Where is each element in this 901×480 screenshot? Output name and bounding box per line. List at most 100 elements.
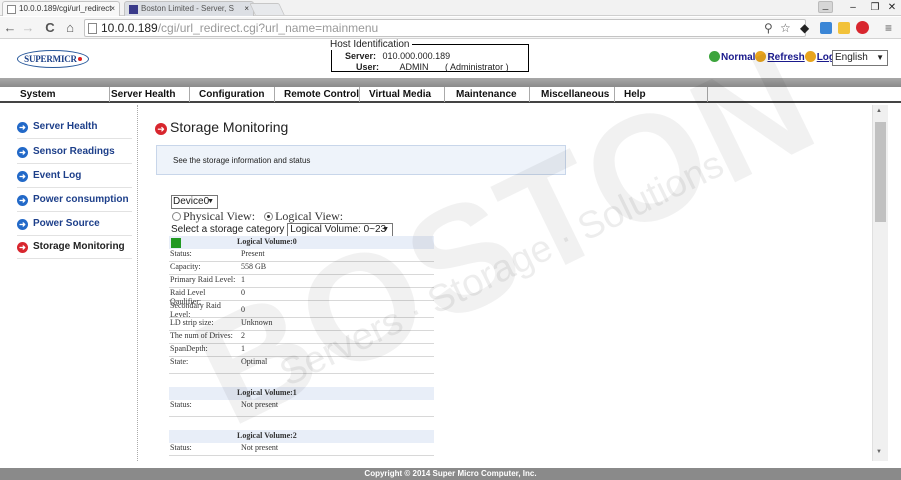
row-key: The num of Drives:	[170, 331, 233, 340]
sidebar-item-server-health[interactable]: ➜ Server Health	[17, 115, 132, 139]
category-row: Select a storage category Logical Volume…	[171, 223, 394, 237]
scroll-up-icon[interactable]: ▲	[876, 108, 882, 114]
sidebar-item-power-source[interactable]: ➜ Power Source	[17, 212, 132, 236]
close-tab-icon[interactable]: ×	[244, 2, 249, 15]
menu-help[interactable]: Help	[615, 87, 708, 102]
boston-favicon-icon	[129, 5, 138, 14]
side-navigation: ➜ Server Health ➜ Sensor Readings ➜ Event L…	[0, 105, 138, 461]
url-path: /cgi/url_redirect.cgi?url_name=mainmenu	[157, 21, 379, 35]
logical-view-label: Logical View:	[275, 209, 344, 223]
logo-text: SUPERMICR	[24, 54, 77, 64]
home-icon[interactable]: ⌂	[62, 18, 78, 38]
header-divider-bar	[0, 78, 901, 87]
close-tab-icon[interactable]: ×	[110, 2, 115, 15]
sidebar-item-label: Power consumption	[33, 194, 129, 205]
menu-miscellaneous[interactable]: Miscellaneous	[530, 87, 615, 102]
sidebar-item-label: Storage Monitoring	[33, 241, 125, 252]
sidebar-item-label: Power Source	[33, 218, 100, 229]
logical-volume-table: Logical Volume:0 Status: Present Capacity: 5…	[169, 236, 434, 456]
sidebar-item-storage-monitoring[interactable]: ➜ Storage Monitoring	[17, 235, 132, 259]
table-row: Capacity: 558 GB	[169, 262, 434, 275]
table-row: Status: Present	[169, 249, 434, 262]
row-key: State:	[170, 357, 189, 366]
volume-title: Logical Volume:2	[237, 431, 297, 440]
arrow-right-icon: ➜	[17, 219, 28, 230]
menu-icon[interactable]: ≡	[885, 20, 892, 36]
browser-tab-boston[interactable]: Boston Limited - Server, S ×	[124, 1, 254, 16]
page-title: ➜ Storage Monitoring	[155, 119, 288, 135]
scroll-down-icon[interactable]: ▼	[876, 449, 882, 455]
table-row: Secondary Raid Level: 0	[169, 301, 434, 319]
physical-view-radio[interactable]	[172, 212, 181, 221]
menu-maintenance[interactable]: Maintenance	[445, 87, 530, 102]
forward-arrow-icon[interactable]: →	[20, 18, 36, 38]
reload-icon[interactable]: C	[42, 18, 58, 38]
server-value: 010.000.000.189	[382, 51, 451, 61]
row-value: 1	[241, 344, 245, 353]
volume-header: Logical Volume:0	[169, 236, 434, 249]
bookmark-star-icon[interactable]: ☆	[780, 20, 791, 36]
row-key: Status:	[170, 400, 192, 409]
table-row: LD strip size: Unknown	[169, 318, 434, 331]
status-area: NormalRefreshLogout	[709, 51, 851, 65]
device-select[interactable]: Device0 ▼	[171, 195, 218, 209]
menu-virtual-media[interactable]: Virtual Media	[360, 87, 445, 102]
sidebar-item-event-log[interactable]: ➜ Event Log	[17, 164, 132, 188]
table-row: SpanDepth: 1	[169, 344, 434, 357]
table-row: The num of Drives: 2	[169, 331, 434, 344]
arrow-right-icon: ➜	[17, 122, 28, 133]
user-label: User:	[356, 62, 380, 72]
menu-configuration[interactable]: Configuration	[190, 87, 275, 102]
category-select[interactable]: Logical Volume: 0~23 ▼	[287, 223, 394, 237]
url-host: 10.0.0.189	[101, 21, 158, 35]
row-value: Not present	[241, 443, 279, 452]
menu-server-health[interactable]: Server Health	[110, 87, 190, 102]
category-value: Logical Volume: 0~23	[290, 224, 387, 235]
refresh-icon[interactable]	[755, 51, 767, 62]
physical-view-label: Physical View:	[183, 209, 256, 223]
new-tab-button[interactable]	[249, 3, 285, 15]
row-key: Capacity:	[170, 262, 201, 271]
row-key: Status:	[170, 249, 192, 258]
extension-icon[interactable]: ◆	[800, 20, 809, 36]
logical-view-radio[interactable]	[264, 212, 274, 221]
address-bar[interactable]: 10.0.0.189/cgi/url_redirect.cgi?url_name…	[84, 19, 806, 37]
normal-status-icon	[709, 51, 720, 62]
page-scrollbar[interactable]: ▲ ▼	[872, 105, 888, 461]
refresh-link[interactable]: Refresh	[767, 52, 804, 63]
table-row: Raid Level Qaulifier: 0	[169, 288, 434, 306]
browser-toolbar: ← → C ⌂ 10.0.0.189/cgi/url_redirect.cgi?…	[0, 17, 901, 39]
arrow-right-icon: ➜	[17, 147, 28, 158]
arrow-right-icon: ➜	[17, 171, 28, 182]
browser-tab-active[interactable]: 10.0.0.189/cgi/url_redirect ×	[2, 1, 120, 16]
arrow-right-icon: ➜	[155, 123, 167, 135]
page-title-text: Storage Monitoring	[170, 119, 289, 135]
language-select[interactable]: English ▼	[832, 50, 888, 66]
back-arrow-icon[interactable]: ←	[2, 18, 18, 38]
sidebar-item-label: Sensor Readings	[33, 146, 115, 157]
adblock-icon[interactable]	[856, 21, 869, 34]
user-value: ADMIN	[399, 62, 429, 72]
row-key: Status:	[170, 443, 192, 452]
server-label: Server:	[345, 51, 377, 61]
menu-remote-control[interactable]: Remote Control	[275, 87, 360, 102]
close-window-icon[interactable]: ✕	[879, 0, 901, 16]
arrow-right-icon: ➜	[17, 195, 28, 206]
chevron-down-icon: ▼	[382, 226, 390, 233]
ipmi-header: SUPERMICR Host Identification Server: 01…	[0, 39, 901, 78]
sidebar-item-sensor-readings[interactable]: ➜ Sensor Readings	[17, 140, 132, 164]
row-value: Optimal	[241, 357, 268, 366]
scrollbar-thumb[interactable]	[875, 122, 886, 222]
table-row: State: Optimal	[169, 357, 434, 374]
chevron-down-icon: ▼	[207, 198, 214, 205]
sidebar-item-power-consumption[interactable]: ➜ Power consumption	[17, 188, 132, 212]
category-label: Select a storage category	[171, 224, 285, 235]
translate-icon[interactable]: ⚲	[764, 20, 773, 36]
extension-blue-icon[interactable]	[820, 22, 832, 34]
menu-system[interactable]: System	[0, 87, 110, 102]
row-key: LD strip size:	[170, 318, 214, 327]
volume-header: Logical Volume:1	[169, 387, 434, 400]
user-profile-icon[interactable]: ⚊	[818, 1, 833, 13]
extension-yellow-icon[interactable]	[838, 22, 850, 34]
logout-icon[interactable]	[804, 51, 816, 62]
